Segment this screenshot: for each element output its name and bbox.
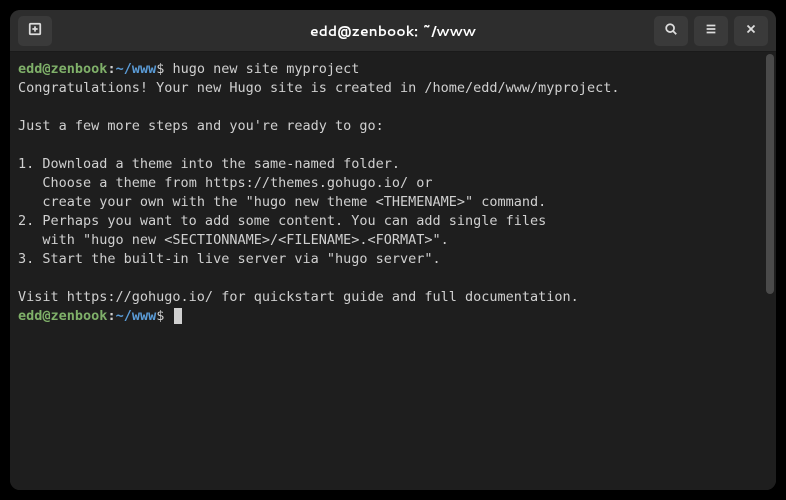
terminal-body[interactable]: edd@zenbook:~/www$ hugo new site myproje… [10,52,776,490]
prompt-at: @ [42,308,50,324]
titlebar: edd@zenbook: ~/www [10,10,776,52]
prompt-user: edd [18,308,42,324]
search-icon [664,22,678,39]
prompt-host: zenbook [51,308,108,324]
output-line: 1. Download a theme into the same-named … [18,155,768,174]
prompt-at: @ [42,61,50,77]
output-line [18,98,768,117]
output-line: Just a few more steps and you're ready t… [18,117,768,136]
output-line: 3. Start the built-in live server via "h… [18,250,768,269]
terminal-window: edd@zenbook: ~/www edd@zenbook:~/www$ hu… [10,10,776,490]
new-tab-button[interactable] [18,16,52,46]
prompt-path: ~/www [116,61,157,77]
menu-button[interactable] [694,16,728,46]
prompt-dollar: $ [156,308,172,324]
prompt-path: ~/www [116,308,157,324]
hamburger-icon [704,22,718,39]
output-line: with "hugo new <SECTIONNAME>/<FILENAME>.… [18,231,768,250]
cursor [174,308,182,324]
prompt-host: zenbook [51,61,108,77]
output-line [18,136,768,155]
prompt-colon: : [107,61,115,77]
command-text: hugo new site myproject [172,61,359,77]
scrollbar[interactable] [766,54,774,294]
output-line: 2. Perhaps you want to add some content.… [18,212,768,231]
prompt-dollar: $ [156,61,172,77]
prompt-line-1: edd@zenbook:~/www$ hugo new site myproje… [18,60,768,79]
output-line [18,269,768,288]
new-tab-icon [28,22,42,39]
close-icon [744,22,758,39]
search-button[interactable] [654,16,688,46]
window-title: edd@zenbook: ~/www [310,21,476,41]
close-button[interactable] [734,16,768,46]
prompt-line-2: edd@zenbook:~/www$ [18,307,768,326]
output-line: create your own with the "hugo new theme… [18,193,768,212]
output-line: Congratulations! Your new Hugo site is c… [18,79,768,98]
output-line: Visit https://gohugo.io/ for quickstart … [18,288,768,307]
prompt-user: edd [18,61,42,77]
prompt-colon: : [107,308,115,324]
output-line: Choose a theme from https://themes.gohug… [18,174,768,193]
